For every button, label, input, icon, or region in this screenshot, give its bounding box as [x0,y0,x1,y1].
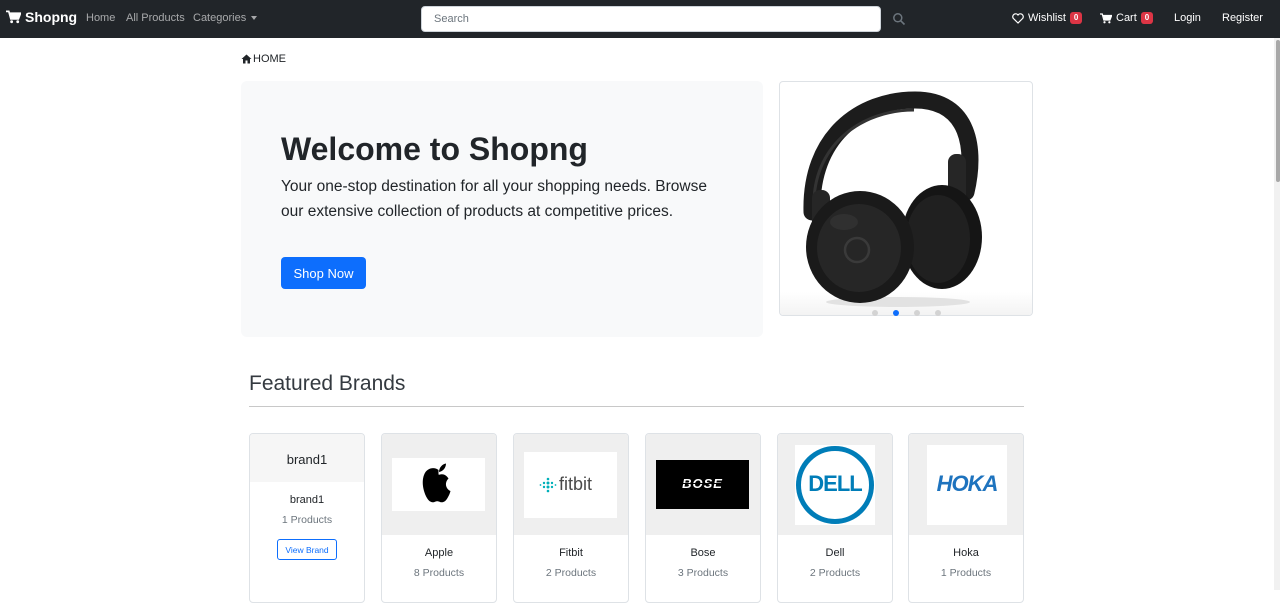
brand-product-count: 2 Products [809,567,861,579]
brand-card-image-area: BOSE [646,434,760,535]
hoka-logo: HOKA [927,445,1007,525]
brand-product-count: 2 Products [545,567,597,579]
brand-card-image-area: HOKA [909,434,1023,535]
carousel-dot-1[interactable] [872,310,878,316]
wishlist-count-badge: 0 [1069,12,1083,24]
brand-card-hoka[interactable]: HOKA Hoka 1 Products [908,433,1024,603]
cart-icon [1100,12,1112,23]
brand-card-apple[interactable]: Apple 8 Products [381,433,497,603]
fitbit-wordmark: fitbit [559,474,593,494]
brand-product-count: 3 Products [677,567,729,579]
brand-product-count: 8 Products [413,567,465,579]
brand-card-fitbit[interactable]: fitbit Fitbit 2 Products [513,433,629,603]
brand-name: Shopng [25,9,78,25]
brand-card-header: brand1 [250,434,364,482]
apple-logo [392,458,485,511]
scrollbar-thumb[interactable] [1276,40,1280,182]
chevron-down-icon [251,16,258,21]
heart-icon [1012,12,1024,24]
cart-link[interactable]: Cart 0 [1100,12,1154,24]
fitbit-dots-icon [539,477,557,493]
brand-name: Apple [424,547,454,559]
hero-banner: Welcome to Shopng Your one-stop destinat… [241,81,763,337]
carousel-dot-2[interactable] [893,310,899,316]
hero-description: Your one-stop destination for all your s… [281,178,707,220]
brand-link[interactable]: Shopng [6,9,77,25]
brand-name: Dell [825,547,845,559]
dell-wordmark: DELL [808,471,862,496]
featured-brands-title: Featured Brands [249,372,406,395]
brand-name: Hoka [953,547,979,559]
carousel-indicators [872,310,941,316]
brand-card-image-area: fitbit [514,434,628,535]
brand-card-dell[interactable]: DELL Dell 2 Products [777,433,893,603]
brand-header-text: brand1 [286,452,328,467]
breadcrumb-home: HOME [253,53,286,65]
login-link[interactable]: Login [1174,12,1201,24]
hero-title: Welcome to Shopng [281,131,588,167]
view-brand-button[interactable]: View Brand [277,539,337,560]
brand-name: brand1 [289,494,325,506]
hoka-wordmark: HOKA [936,471,999,496]
brand-product-count: 1 Products [940,567,992,579]
nav-categories-label: Categories [193,12,247,24]
brand-product-count: 1 Products [281,514,333,526]
product-carousel[interactable] [779,81,1033,316]
section-divider [249,406,1024,407]
breadcrumb[interactable]: HOME [241,53,286,65]
bose-logo: BOSE [656,460,749,509]
cart-label: Cart [1116,12,1137,24]
home-icon [241,54,252,64]
fitbit-logo: fitbit [524,452,617,518]
dell-logo: DELL [795,445,875,525]
nav-categories-dropdown[interactable]: Categories [193,12,258,24]
shop-now-button[interactable]: Shop Now [281,257,366,289]
headphones-image [803,91,982,307]
search-icon[interactable] [892,12,906,26]
brand-card-brand1[interactable]: brand1 brand1 1 Products View Brand [249,433,365,603]
brand-name: Fitbit [559,547,583,559]
register-link[interactable]: Register [1222,12,1263,24]
brand-card-image-area [382,434,496,535]
wishlist-link[interactable]: Wishlist 0 [1012,12,1083,24]
nav-home[interactable]: Home [86,12,115,24]
brand-name: Bose [690,547,716,559]
carousel-dot-3[interactable] [914,310,920,316]
navbar: Shopng Home All Products Categories Wish… [0,0,1280,38]
wishlist-label: Wishlist [1028,12,1066,24]
carousel-dot-4[interactable] [935,310,941,316]
cart-count-badge: 0 [1140,12,1154,24]
nav-all-products[interactable]: All Products [126,12,185,24]
brand-card-image-area: DELL [778,434,892,535]
apple-icon [422,463,451,503]
brand-card-bose[interactable]: BOSE Bose 3 Products [645,433,761,603]
search-input[interactable] [421,6,881,32]
cart-icon [6,10,21,24]
bose-stripe [674,483,731,484]
